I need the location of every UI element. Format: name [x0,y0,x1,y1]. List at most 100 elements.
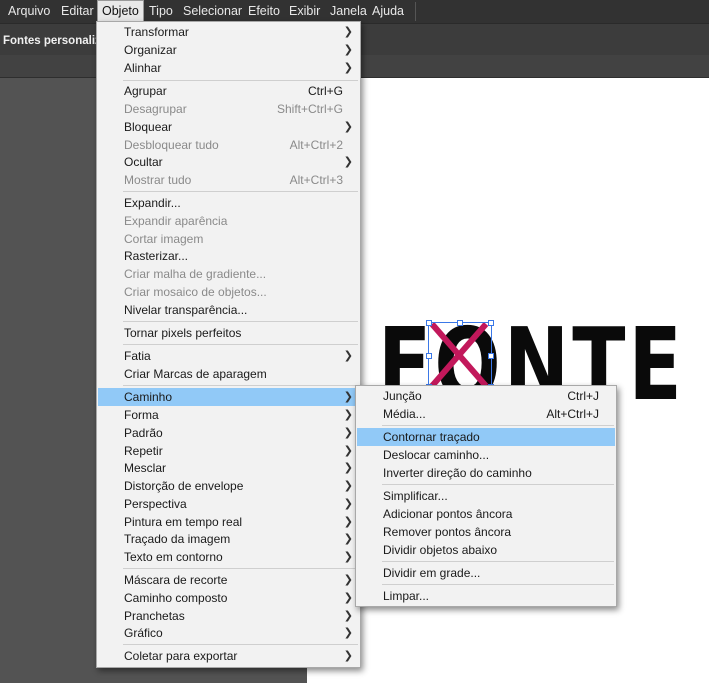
menu-item-tornar-pixels-perfeitos[interactable]: Tornar pixels perfeitos [98,324,359,342]
menu-item-rasterizar[interactable]: Rasterizar... [98,247,359,265]
menu-item-label: Transformar [124,25,189,39]
chevron-right-icon: ❯ [343,498,353,510]
menu-item-label: Remover pontos âncora [383,525,512,539]
chevron-right-icon: ❯ [343,650,353,662]
menu-item-padrao[interactable]: Padrão ❯ [98,424,359,442]
menu-item-desagrupar[interactable]: Desagrupar Shift+Ctrl+G [98,100,359,118]
submenu-item-dividir-em-grade[interactable]: Dividir em grade... [357,564,615,582]
document-tab[interactable]: Fontes personalizadas [0,30,98,52]
chevron-right-icon: ❯ [343,610,353,622]
menu-item-label: Mostrar tudo [124,173,192,187]
menu-item-alinhar[interactable]: Alinhar ❯ [98,59,359,77]
menu-item-agrupar[interactable]: Agrupar Ctrl+G [98,82,359,100]
menu-separator [123,385,358,386]
menu-item-expandir[interactable]: Expandir... [98,194,359,212]
submenu-item-contornar-tracado[interactable]: Contornar traçado [357,428,615,446]
submenu-item-limpar[interactable]: Limpar... [357,587,615,605]
submenu-item-remover-pontos[interactable]: Remover pontos âncora [357,523,615,541]
chevron-right-icon: ❯ [343,409,353,421]
submenu-item-inverter-direcao[interactable]: Inverter direção do caminho [357,464,615,482]
menu-efeito[interactable]: Efeito [244,0,284,23]
menu-bar: Arquivo Editar Objeto Tipo Selecionar Ef… [0,0,709,23]
submenu-item-adicionar-pontos[interactable]: Adicionar pontos âncora [357,505,615,523]
chevron-right-icon: ❯ [343,592,353,604]
menu-item-pintura-tempo-real[interactable]: Pintura em tempo real ❯ [98,513,359,531]
menu-item-organizar[interactable]: Organizar ❯ [98,41,359,59]
menu-item-criar-mosaico[interactable]: Criar mosaico de objetos... [98,283,359,301]
chevron-right-icon: ❯ [343,62,353,74]
chevron-right-icon: ❯ [343,156,353,168]
menu-item-label: Pintura em tempo real [124,515,243,529]
menu-separator [382,561,614,562]
menu-separator [123,344,358,345]
menu-item-label: Alinhar [124,61,162,75]
menu-separator [123,568,358,569]
menu-item-cortar-imagem[interactable]: Cortar imagem [98,230,359,248]
menu-item-forma[interactable]: Forma ❯ [98,406,359,424]
chevron-right-icon: ❯ [343,574,353,586]
menu-item-perspectiva[interactable]: Perspectiva ❯ [98,495,359,513]
selection-bounding-box[interactable] [428,322,492,388]
selection-handle[interactable] [488,353,494,359]
menu-item-mostrar-tudo[interactable]: Mostrar tudo Alt+Ctrl+3 [98,171,359,189]
menu-separator [382,584,614,585]
menu-item-shortcut: Ctrl+J [567,389,599,403]
menu-item-repetir[interactable]: Repetir ❯ [98,442,359,460]
menu-item-texto-em-contorno[interactable]: Texto em contorno ❯ [98,548,359,566]
menu-item-caminho[interactable]: Caminho ❯ [98,388,359,406]
menu-item-label: Pranchetas [124,609,185,623]
menu-exibir[interactable]: Exibir [285,0,324,23]
menu-item-label: Mesclar [124,461,167,475]
menu-item-transformar[interactable]: Transformar ❯ [98,23,359,41]
menu-item-caminho-composto[interactable]: Caminho composto ❯ [98,589,359,607]
menu-item-mesclar[interactable]: Mesclar ❯ [98,459,359,477]
selection-handle[interactable] [426,320,432,326]
menu-ajuda[interactable]: Ajuda [368,0,408,23]
menu-item-shortcut: Alt+Ctrl+J [546,407,599,421]
menu-item-criar-marcas-aparagem[interactable]: Criar Marcas de aparagem [98,365,359,383]
menu-item-distorcao-envelope[interactable]: Distorção de envelope ❯ [98,477,359,495]
menu-item-expandir-aparencia[interactable]: Expandir aparência [98,212,359,230]
selection-handle[interactable] [488,320,494,326]
menu-item-label: Média... [383,407,426,421]
menu-item-tracado-imagem[interactable]: Traçado da imagem ❯ [98,530,359,548]
submenu-item-deslocar-caminho[interactable]: Deslocar caminho... [357,446,615,464]
menu-arquivo[interactable]: Arquivo [4,0,54,23]
menu-item-label: Distorção de envelope [124,479,244,493]
menu-objeto[interactable]: Objeto [97,0,144,23]
menu-item-label: Expandir aparência [124,214,228,228]
menu-item-label: Cortar imagem [124,232,204,246]
menu-item-pranchetas[interactable]: Pranchetas ❯ [98,607,359,625]
submenu-item-dividir-objetos[interactable]: Dividir objetos abaixo [357,541,615,559]
menu-item-label: Criar mosaico de objetos... [124,285,267,299]
menu-item-label: Desagrupar [124,102,187,116]
menu-item-label: Limpar... [383,589,430,603]
menu-tipo[interactable]: Tipo [145,0,177,23]
submenu-item-juncao[interactable]: Junção Ctrl+J [357,387,615,405]
menu-item-coletar-para-exportar[interactable]: Coletar para exportar ❯ [98,647,359,665]
menu-editar[interactable]: Editar [57,0,98,23]
menu-item-grafico[interactable]: Gráfico ❯ [98,624,359,642]
menu-item-criar-malha-gradiente[interactable]: Criar malha de gradiente... [98,265,359,283]
menu-separator [123,191,358,192]
submenu-item-media[interactable]: Média... Alt+Ctrl+J [357,405,615,423]
selection-handle[interactable] [426,353,432,359]
chevron-right-icon: ❯ [343,44,353,56]
menu-item-label: Agrupar [124,84,167,98]
menu-item-label: Tornar pixels perfeitos [124,326,242,340]
menu-selecionar[interactable]: Selecionar [179,0,246,23]
chevron-right-icon: ❯ [343,427,353,439]
menu-item-label: Fatia [124,349,151,363]
menu-item-fatia[interactable]: Fatia ❯ [98,347,359,365]
menu-janela[interactable]: Janela [326,0,371,23]
menu-item-label: Simplificar... [383,489,448,503]
menu-item-bloquear[interactable]: Bloquear ❯ [98,118,359,136]
menu-item-label: Ocultar [124,155,163,169]
menu-item-ocultar[interactable]: Ocultar ❯ [98,153,359,171]
menu-item-nivelar-transparencia[interactable]: Nivelar transparência... [98,301,359,319]
menu-item-desbloquear-tudo[interactable]: Desbloquear tudo Alt+Ctrl+2 [98,136,359,154]
menu-item-label: Caminho composto [124,591,228,605]
selection-handle[interactable] [457,320,463,326]
menu-item-mascara-recorte[interactable]: Máscara de recorte ❯ [98,571,359,589]
submenu-item-simplificar[interactable]: Simplificar... [357,487,615,505]
